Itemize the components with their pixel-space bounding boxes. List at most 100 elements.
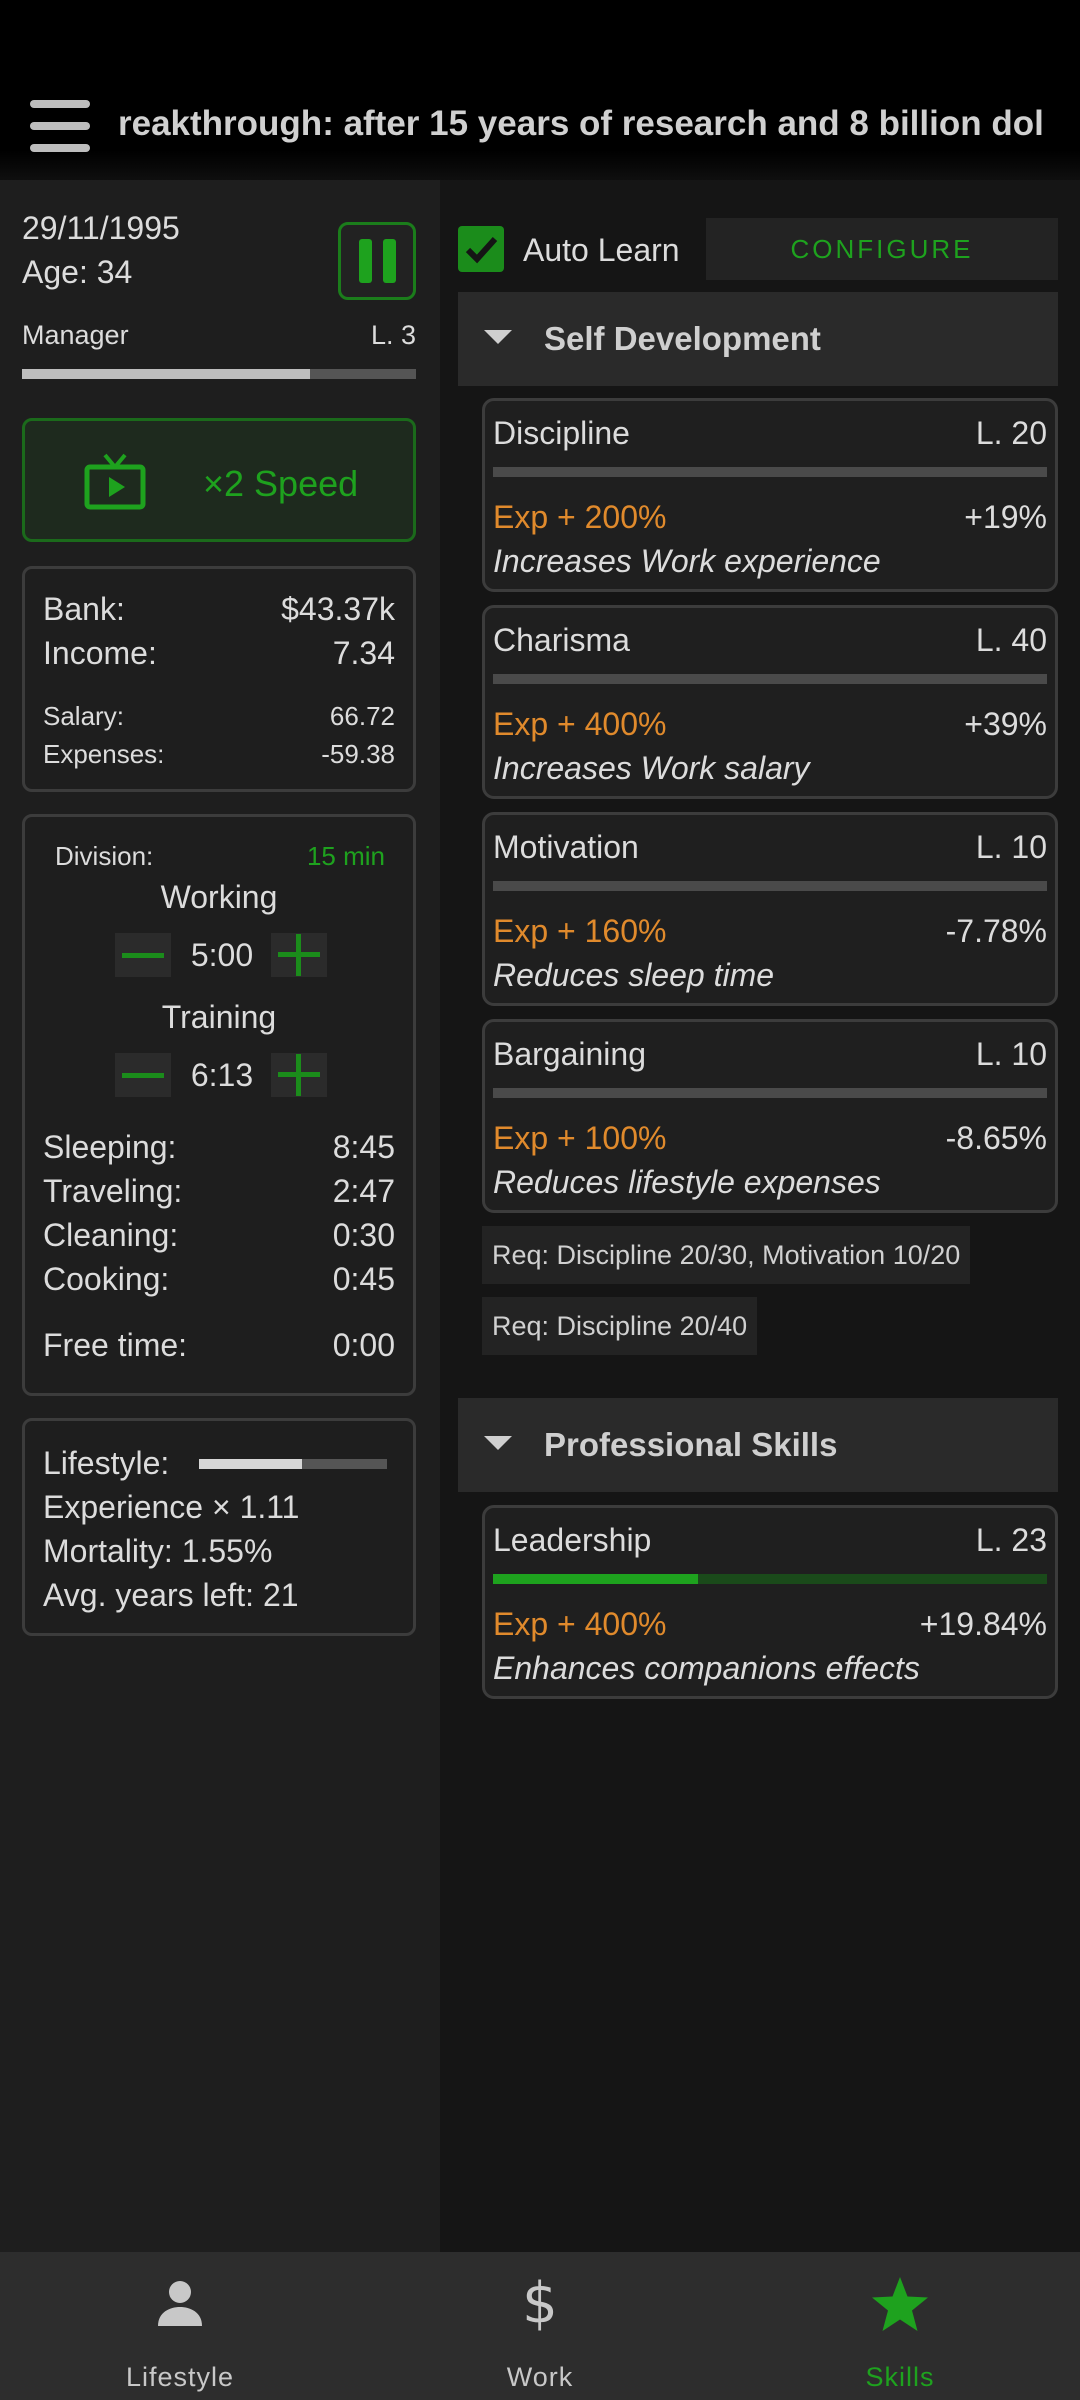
configure-button[interactable]: CONFIGURE	[706, 218, 1058, 280]
skill-name: Bargaining	[493, 1036, 646, 1072]
sleeping-value: 8:45	[332, 1129, 395, 1165]
dollar-icon: $	[522, 2271, 558, 2336]
skill-effect: -7.78%	[945, 913, 1047, 949]
skill-progress-bar	[493, 881, 1047, 891]
working-label: Working	[160, 879, 278, 915]
skill-card-charisma[interactable]: Charisma L. 40 Exp + 400% +39% Increases…	[482, 605, 1058, 799]
income-label: Income:	[43, 635, 157, 671]
job-progress-bar	[22, 369, 416, 379]
section-title: Professional Skills	[544, 1426, 838, 1463]
skill-progress-bar	[493, 467, 1047, 477]
free-time-value: 0:00	[332, 1327, 395, 1363]
skill-exp: Exp + 400%	[493, 1606, 667, 1642]
skill-level: L. 40	[975, 622, 1047, 658]
collapse-arrow-icon	[484, 1436, 512, 1450]
skill-exp: Exp + 400%	[493, 706, 667, 742]
game-date: 29/11/1995	[22, 210, 180, 246]
pause-button[interactable]	[338, 222, 416, 300]
skill-card-leadership[interactable]: Leadership L. 23 Exp + 400% +19.84% Enha…	[482, 1505, 1058, 1699]
skill-exp: Exp + 100%	[493, 1120, 667, 1156]
nav-lifestyle[interactable]: Lifestyle	[0, 2252, 360, 2400]
bottom-navigation: Lifestyle $ Work Skills	[0, 2252, 1080, 2400]
skill-exp: Exp + 200%	[493, 499, 667, 535]
speed-label: ×2 Speed	[203, 463, 359, 504]
finance-panel: Bank: $43.37k Income: 7.34 Salary: 66.72…	[22, 566, 416, 792]
cooking-label: Cooking:	[43, 1261, 170, 1297]
expenses-label: Expenses:	[43, 739, 165, 769]
job-progress-fill	[22, 369, 310, 379]
working-increase-button[interactable]	[271, 933, 327, 977]
nav-work[interactable]: $ Work	[360, 2252, 720, 2400]
lifestyle-bar	[199, 1459, 387, 1469]
skill-effect: -8.65%	[945, 1120, 1047, 1156]
auto-learn-label[interactable]: Auto Learn	[523, 232, 680, 269]
minus-icon	[122, 1072, 164, 1078]
skill-card-motivation[interactable]: Motivation L. 10 Exp + 160% -7.78% Reduc…	[482, 812, 1058, 1006]
tv-play-icon	[84, 453, 146, 510]
pause-icon	[359, 239, 397, 283]
top-bar: reakthrough: after 15 years of research …	[0, 0, 1080, 195]
salary-label: Salary:	[43, 701, 124, 731]
lifestyle-bar-fill	[199, 1459, 303, 1469]
training-decrease-button[interactable]	[115, 1053, 171, 1097]
skill-name: Discipline	[493, 415, 630, 451]
skill-description: Increases Work salary	[493, 750, 810, 786]
hamburger-menu-icon[interactable]	[30, 100, 90, 152]
nav-label: Work	[506, 2362, 574, 2392]
income-value: 7.34	[332, 635, 395, 671]
checkmark-icon	[465, 236, 498, 264]
job-level: L. 3	[370, 320, 416, 350]
section-self-development[interactable]: Self Development	[458, 292, 1058, 386]
star-icon	[872, 2277, 928, 2331]
nav-label: Lifestyle	[125, 2362, 235, 2392]
nav-label: Skills	[865, 2362, 935, 2392]
configure-label: CONFIGURE	[790, 233, 974, 264]
skill-progress-bar	[493, 1088, 1047, 1098]
skill-level: L. 10	[975, 829, 1047, 865]
nav-skills[interactable]: Skills	[720, 2252, 1080, 2400]
training-increase-button[interactable]	[271, 1053, 327, 1097]
division-label: Division:	[55, 841, 154, 871]
training-value: 6:13	[190, 1057, 254, 1093]
division-step[interactable]: 15 min	[307, 841, 385, 872]
auto-learn-checkbox[interactable]	[458, 226, 504, 272]
lifestyle-label: Lifestyle:	[43, 1445, 170, 1481]
skill-progress-bar	[493, 1574, 1047, 1584]
experience-multiplier: Experience × 1.11	[43, 1489, 300, 1525]
expenses-value: -59.38	[321, 739, 395, 769]
plus-icon	[278, 934, 320, 976]
bank-value: $43.37k	[281, 591, 395, 627]
skill-level: L. 23	[975, 1522, 1047, 1558]
skill-progress-fill	[493, 1574, 698, 1584]
skill-card-bargaining[interactable]: Bargaining L. 10 Exp + 100% -8.65% Reduc…	[482, 1019, 1058, 1213]
plus-icon	[278, 1054, 320, 1096]
skill-level: L. 10	[975, 1036, 1047, 1072]
skill-exp: Exp + 160%	[493, 913, 667, 949]
skill-effect: +19%	[964, 499, 1047, 535]
age-label: Age: 34	[22, 254, 133, 290]
lifestyle-panel: Lifestyle: Experience × 1.11 Mortality: …	[22, 1418, 416, 1636]
skill-description: Enhances companions effects	[493, 1650, 920, 1686]
mortality-rate: Mortality: 1.55%	[43, 1533, 273, 1569]
section-title: Self Development	[544, 320, 821, 357]
traveling-value: 2:47	[332, 1173, 395, 1209]
working-decrease-button[interactable]	[115, 933, 171, 977]
job-title: Manager	[22, 320, 129, 350]
skill-name: Leadership	[493, 1522, 652, 1558]
double-speed-button[interactable]: ×2 Speed	[22, 418, 416, 542]
cooking-value: 0:45	[332, 1261, 395, 1297]
collapse-arrow-icon	[484, 330, 512, 344]
cleaning-value: 0:30	[332, 1217, 395, 1253]
traveling-label: Traveling:	[43, 1173, 183, 1209]
free-time-label: Free time:	[43, 1327, 188, 1363]
section-professional-skills[interactable]: Professional Skills	[458, 1398, 1058, 1492]
skill-effect: +39%	[964, 706, 1047, 742]
locked-skill-requirement: Req: Discipline 20/30, Motivation 10/20	[482, 1226, 971, 1284]
person-icon	[158, 2281, 202, 2326]
skill-description: Reduces sleep time	[493, 957, 775, 993]
skill-name: Motivation	[493, 829, 639, 865]
time-division-panel: Division: 15 min Working 5:00 Training 6…	[22, 814, 416, 1396]
skill-card-discipline[interactable]: Discipline L. 20 Exp + 200% +19% Increas…	[482, 398, 1058, 592]
skill-description: Increases Work experience	[493, 543, 881, 579]
salary-value: 66.72	[329, 701, 395, 731]
